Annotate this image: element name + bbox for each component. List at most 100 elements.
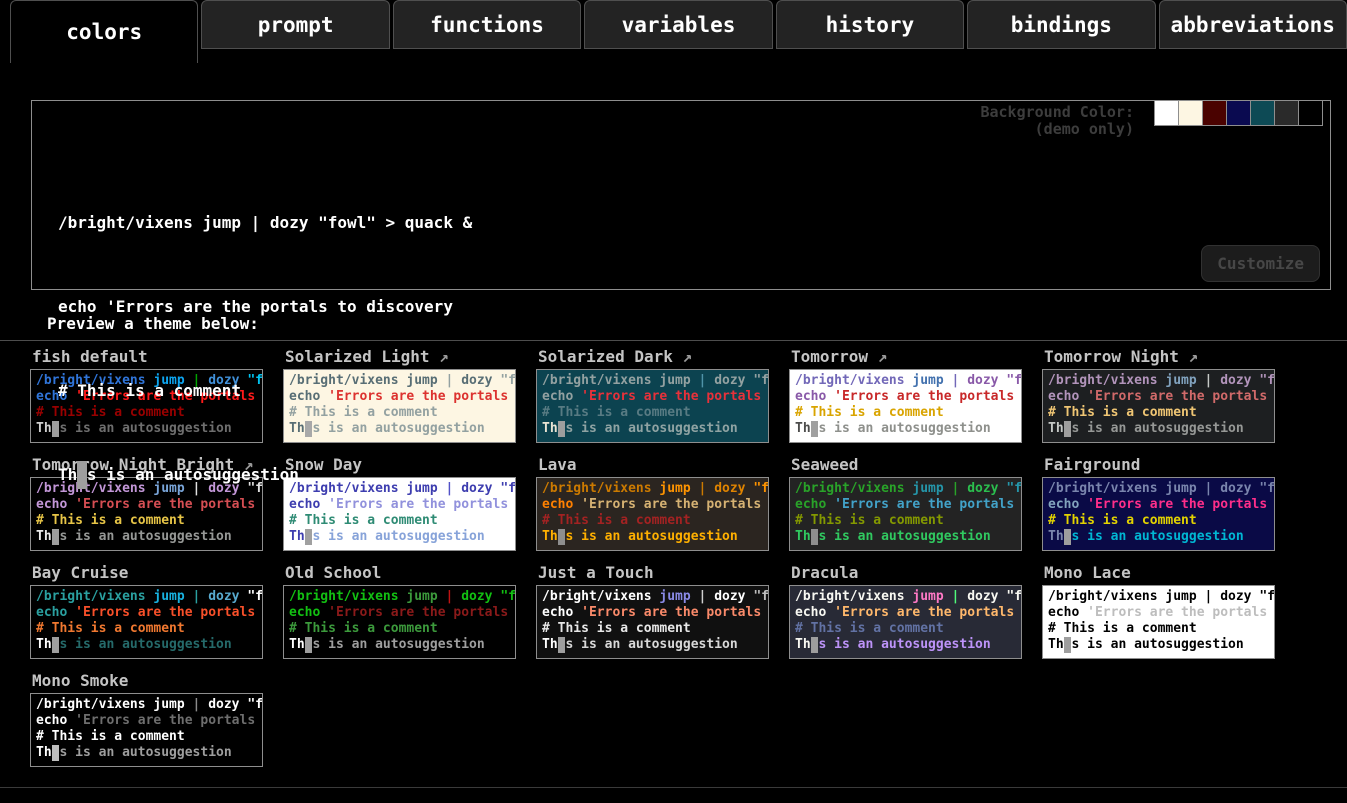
tab-colors[interactable]: colors bbox=[10, 0, 198, 63]
theme-line-string: echo 'Errors are the portals to discover… bbox=[289, 605, 510, 621]
quote-segment: "fowl" bbox=[1006, 589, 1022, 604]
theme-title: Solarized Dark ↗ bbox=[536, 347, 769, 369]
preview-line-string: echo 'Errors are the portals to discover… bbox=[58, 293, 472, 321]
demo-only-label: (demo only) bbox=[980, 121, 1134, 138]
theme-name: Seaweed bbox=[791, 455, 858, 474]
space bbox=[67, 605, 75, 620]
theme-preview-mono-smoke[interactable]: /bright/vixens jump | dozy "fowl" > quac… bbox=[30, 693, 263, 767]
typed-text: Th bbox=[36, 529, 52, 544]
theme-card-solarized-dark[interactable]: Solarized Dark ↗/bright/vixens jump | do… bbox=[536, 347, 769, 443]
tab-functions[interactable]: functions bbox=[393, 0, 581, 49]
theme-card-tomorrow[interactable]: Tomorrow ↗/bright/vixens jump | dozy "fo… bbox=[789, 347, 1022, 443]
external-link-icon[interactable]: ↗ bbox=[868, 347, 887, 366]
theme-card-old-school[interactable]: Old School/bright/vixens jump | dozy "fo… bbox=[283, 563, 516, 659]
theme-card-dracula[interactable]: Dracula/bright/vixens jump | dozy "fowl"… bbox=[789, 563, 1022, 659]
background-color-label-text: Background Color: bbox=[980, 104, 1134, 121]
theme-preview-solarized-dark[interactable]: /bright/vixens jump | dozy "fowl" > quac… bbox=[536, 369, 769, 443]
customize-button[interactable]: Customize bbox=[1201, 245, 1320, 282]
quote-segment: "fowl" bbox=[500, 481, 516, 496]
external-link-icon[interactable]: ↗ bbox=[1179, 347, 1198, 366]
bg-swatch-row bbox=[1155, 100, 1323, 126]
command-segment: jump bbox=[153, 589, 184, 604]
path-segment: /bright/vixens bbox=[795, 589, 905, 604]
theme-line-autosuggestion: Th s is an autosuggestion bbox=[795, 529, 1016, 545]
theme-card-bay-cruise[interactable]: Bay Cruise/bright/vixens jump | dozy "fo… bbox=[30, 563, 263, 659]
bg-swatch-white[interactable] bbox=[1154, 100, 1179, 126]
tab-variables[interactable]: variables bbox=[584, 0, 772, 49]
theme-line-autosuggestion: Th s is an autosuggestion bbox=[542, 529, 763, 545]
param-segment: dozy bbox=[208, 589, 239, 604]
theme-line-autosuggestion: Th s is an autosuggestion bbox=[542, 421, 763, 437]
theme-line-comment: # This is a comment bbox=[36, 729, 257, 745]
theme-card-mono-lace[interactable]: Mono Lace/bright/vixens jump | dozy "fow… bbox=[1042, 563, 1275, 659]
tab-bindings[interactable]: bindings bbox=[967, 0, 1155, 49]
theme-preview-tomorrow[interactable]: /bright/vixens jump | dozy "fowl" > quac… bbox=[789, 369, 1022, 443]
theme-card-mono-smoke[interactable]: Mono Smoke/bright/vixens jump | dozy "fo… bbox=[30, 671, 263, 767]
theme-preview-fairground[interactable]: /bright/vixens jump | dozy "fowl" > quac… bbox=[1042, 477, 1275, 551]
theme-title: Fairground bbox=[1042, 455, 1275, 477]
comment-segment: # This is a comment bbox=[289, 621, 438, 636]
quote-segment: "fowl" bbox=[1259, 373, 1275, 388]
autosuggestion-text: s is an autosuggestion bbox=[1071, 529, 1243, 544]
preview-line-command: /bright/vixens jump | dozy "fowl" > quac… bbox=[58, 209, 472, 237]
quote-segment: "fowl" bbox=[1006, 481, 1022, 496]
command-segment: jump bbox=[912, 589, 943, 604]
theme-preview-just-a-touch[interactable]: /bright/vixens jump | dozy "fowl" > quac… bbox=[536, 585, 769, 659]
quote-segment: "fowl" bbox=[1259, 589, 1275, 604]
background-color-label: Background Color: (demo only) bbox=[980, 104, 1134, 138]
theme-preview-mono-lace[interactable]: /bright/vixens jump | dozy "fowl" > quac… bbox=[1042, 585, 1275, 659]
command-segment: jump bbox=[1165, 373, 1196, 388]
command-segment: echo bbox=[36, 605, 67, 620]
bg-swatch-teal[interactable] bbox=[1250, 100, 1275, 126]
theme-preview-old-school[interactable]: /bright/vixens jump | dozy "fowl" > quac… bbox=[283, 585, 516, 659]
theme-title: Dracula bbox=[789, 563, 1022, 585]
bg-swatch-navy[interactable] bbox=[1226, 100, 1251, 126]
param-segment: dozy bbox=[967, 589, 998, 604]
comment-segment: # This is a comment bbox=[542, 621, 691, 636]
theme-card-just-a-touch[interactable]: Just a Touch/bright/vixens jump | dozy "… bbox=[536, 563, 769, 659]
typed-text: Th bbox=[795, 637, 811, 652]
theme-preview-dracula[interactable]: /bright/vixens jump | dozy "fowl" > quac… bbox=[789, 585, 1022, 659]
path-segment: /bright/vixens bbox=[1048, 373, 1158, 388]
space bbox=[185, 589, 193, 604]
space bbox=[1197, 589, 1205, 604]
comment-segment: # This is a comment bbox=[1048, 513, 1197, 528]
autosuggestion-text: s is an autosuggestion bbox=[312, 637, 484, 652]
tab-abbreviations[interactable]: abbreviations bbox=[1159, 0, 1347, 49]
theme-preview-bay-cruise[interactable]: /bright/vixens jump | dozy "fowl" > quac… bbox=[30, 585, 263, 659]
theme-card-lava[interactable]: Lava/bright/vixens jump | dozy "fowl" > … bbox=[536, 455, 769, 551]
theme-card-fairground[interactable]: Fairground/bright/vixens jump | dozy "fo… bbox=[1042, 455, 1275, 551]
bg-swatch-black[interactable] bbox=[1298, 100, 1323, 126]
theme-preview-tomorrow-night[interactable]: /bright/vixens jump | dozy "fowl" > quac… bbox=[1042, 369, 1275, 443]
theme-line-autosuggestion: Th s is an autosuggestion bbox=[289, 637, 510, 653]
string-segment: 'Errors are the portals to discovery bbox=[75, 605, 263, 620]
comment-segment: # This is a comment bbox=[542, 513, 691, 528]
theme-line-string: echo 'Errors are the portals to discover… bbox=[542, 605, 763, 621]
theme-title: Seaweed bbox=[789, 455, 1022, 477]
string-segment: 'Errors are the portals to discovery bbox=[1087, 497, 1275, 512]
theme-preview-lava[interactable]: /bright/vixens jump | dozy "fowl" > quac… bbox=[536, 477, 769, 551]
autosuggestion-text: s is an autosuggestion bbox=[818, 421, 990, 436]
external-link-icon[interactable]: ↗ bbox=[673, 347, 692, 366]
string-segment: 'Errors are the portals to discovery bbox=[328, 605, 516, 620]
param-segment: dozy bbox=[967, 481, 998, 496]
string-segment: 'Errors are the portals to discovery bbox=[1087, 605, 1275, 620]
space bbox=[826, 497, 834, 512]
space bbox=[691, 481, 699, 496]
theme-line-string: echo 'Errors are the portals to discover… bbox=[36, 605, 257, 621]
tab-history[interactable]: history bbox=[776, 0, 964, 49]
autosuggestion-text: s is an autosuggestion bbox=[59, 637, 231, 652]
theme-line-command: /bright/vixens jump | dozy "fowl" > quac… bbox=[542, 481, 763, 497]
theme-preview-seaweed[interactable]: /bright/vixens jump | dozy "fowl" > quac… bbox=[789, 477, 1022, 551]
tab-prompt[interactable]: prompt bbox=[201, 0, 389, 49]
bg-swatch-charcoal[interactable] bbox=[1274, 100, 1299, 126]
string-segment: 'Errors are the portals to discovery bbox=[581, 389, 769, 404]
quote-segment: "fowl" bbox=[500, 589, 516, 604]
param-segment: dozy bbox=[967, 373, 998, 388]
bg-swatch-maroon[interactable] bbox=[1202, 100, 1227, 126]
bg-swatch-cream[interactable] bbox=[1178, 100, 1203, 126]
theme-card-tomorrow-night[interactable]: Tomorrow Night ↗/bright/vixens jump | do… bbox=[1042, 347, 1275, 443]
preview-line-comment: # This is a comment bbox=[58, 377, 472, 405]
quote-segment: "fowl" bbox=[247, 697, 263, 712]
theme-card-seaweed[interactable]: Seaweed/bright/vixens jump | dozy "fowl"… bbox=[789, 455, 1022, 551]
